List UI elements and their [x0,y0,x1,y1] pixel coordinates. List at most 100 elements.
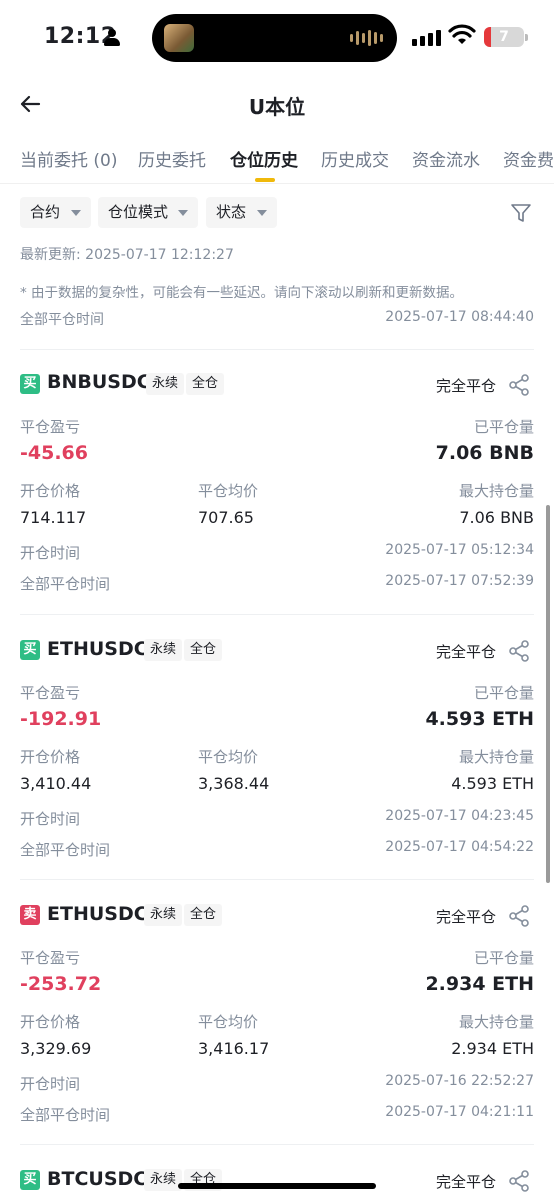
open-price-value: 714.117 [20,508,87,527]
close-time-value: 2025-07-17 08:44:40 [385,309,534,325]
close-time-label: 全部平仓时间 [20,312,104,328]
share-icon[interactable] [507,904,531,928]
open-time-label: 开仓时间 [20,810,81,828]
wifi-icon [448,24,476,44]
status-filter-label: 状态 [216,203,247,221]
contract-type-tag: 永续 [146,373,185,395]
tab-trade-history[interactable]: 历史成交 [321,146,389,171]
pnl-label: 平仓盈亏 [20,418,81,436]
close-time-label: 全部平仓时间 [20,841,111,859]
close-avg-label: 平仓均价 [198,482,259,500]
last-update-text: 最新更新: 2025-07-17 12:12:27 [20,247,234,263]
close-status: 完全平仓 [435,377,496,395]
now-playing-thumbnail [164,24,194,52]
open-time-label: 开仓时间 [20,544,81,562]
buy-badge: 买 [20,374,40,394]
home-indicator[interactable] [178,1183,376,1189]
status-filter[interactable]: 状态 [206,197,277,228]
pnl-value: -192.91 [20,708,102,730]
battery-level: 7 [499,29,509,45]
max-qty-label: 最大持仓量 [458,1013,534,1031]
closed-qty-value: 2.934 ETH [425,973,534,995]
dynamic-island [152,14,397,62]
close-avg-value: 3,416.17 [198,1039,270,1058]
close-time-value: 2025-07-17 04:54:22 [385,839,534,855]
share-icon[interactable] [507,639,531,663]
page-header: U本位 [0,86,554,126]
tab-position-history[interactable]: 仓位历史 [230,146,298,171]
filter-funnel-icon[interactable] [510,202,532,224]
pnl-value: -253.72 [20,973,102,995]
person-icon [104,29,120,47]
symbol: BTCUSDC [47,1168,148,1190]
open-time-value: 2025-07-16 22:52:27 [385,1073,534,1089]
tab-bar: 当前委托 (0) 历史委托 仓位历史 历史成交 资金流水 资金费 [0,140,554,184]
tab-funding-fee[interactable]: 资金费 [503,146,554,171]
open-price-value: 3,410.44 [20,774,92,793]
symbol: BNBUSDC [47,371,151,393]
max-qty-value: 2.934 ETH [451,1039,534,1058]
delay-notice: * 由于数据的复杂性，可能会有一些延迟。请向下滚动以刷新和更新数据。 [20,285,464,301]
close-time-value: 2025-07-17 07:52:39 [385,573,534,589]
close-avg-value: 3,368.44 [198,774,270,793]
tab-transaction-history[interactable]: 资金流水 [412,146,480,171]
close-status: 完全平仓 [435,1173,496,1191]
open-time-label: 开仓时间 [20,1075,81,1093]
max-qty-value: 7.06 BNB [459,508,534,527]
closed-qty-value: 7.06 BNB [435,442,534,464]
audio-wave-icon [350,30,383,46]
margin-mode-tag: 全仓 [186,373,225,395]
margin-mode-tag: 全仓 [184,904,223,926]
status-bar: 12:12 7 [0,0,554,76]
battery-icon: 7 [484,27,528,47]
margin-mode-tag: 全仓 [184,639,223,661]
pnl-label: 平仓盈亏 [20,949,81,967]
max-qty-label: 最大持仓量 [458,482,534,500]
open-price-label: 开仓价格 [20,482,81,500]
close-status: 完全平仓 [435,643,496,661]
closed-qty-label: 已平仓量 [473,418,534,436]
close-avg-label: 平仓均价 [198,1013,259,1031]
open-price-label: 开仓价格 [20,748,81,766]
cellular-signal-icon [412,30,441,46]
close-time-label: 全部平仓时间 [20,575,111,593]
share-icon[interactable] [507,373,531,397]
max-qty-value: 4.593 ETH [451,774,534,793]
close-time-label: 全部平仓时间 [20,1106,111,1124]
symbol: ETHUSDC [47,638,148,660]
close-status: 完全平仓 [435,908,496,926]
contract-type-tag: 永续 [144,1169,183,1191]
chevron-down-icon [257,210,267,216]
contract-filter-label: 合约 [30,203,61,221]
open-time-value: 2025-07-17 04:23:45 [385,808,534,824]
position-mode-filter-label: 仓位模式 [108,203,169,221]
close-avg-value: 707.65 [198,508,254,527]
contract-type-tag: 永续 [144,904,183,926]
closed-qty-value: 4.593 ETH [425,708,534,730]
chevron-down-icon [71,210,81,216]
closed-qty-label: 已平仓量 [473,949,534,967]
share-icon[interactable] [507,1169,531,1193]
open-time-value: 2025-07-17 05:12:34 [385,542,534,558]
close-time-value: 2025-07-17 04:21:11 [385,1104,534,1120]
filter-row: 合约 仓位模式 状态 [0,197,554,229]
tab-order-history[interactable]: 历史委托 [138,146,206,171]
buy-badge: 买 [20,1170,40,1190]
page-title: U本位 [248,95,306,119]
open-price-value: 3,329.69 [20,1039,92,1058]
contract-type-tag: 永续 [144,639,183,661]
buy-badge: 买 [20,640,40,660]
position-mode-filter[interactable]: 仓位模式 [98,197,198,228]
max-qty-label: 最大持仓量 [458,748,534,766]
open-price-label: 开仓价格 [20,1013,81,1031]
chevron-down-icon [178,210,188,216]
close-avg-label: 平仓均价 [198,748,259,766]
tab-open-orders[interactable]: 当前委托 (0) [20,146,117,171]
symbol: ETHUSDC [47,903,148,925]
contract-filter[interactable]: 合约 [20,197,91,228]
active-tab-indicator [255,178,275,182]
closed-qty-label: 已平仓量 [473,684,534,702]
sell-badge: 卖 [20,905,40,925]
pnl-label: 平仓盈亏 [20,684,81,702]
scrollbar[interactable] [546,505,550,883]
